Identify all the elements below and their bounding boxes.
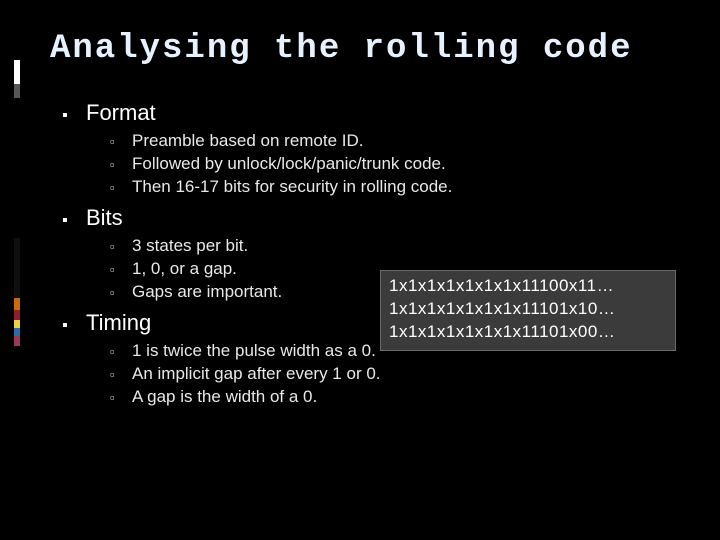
- list-item: ▫An implicit gap after every 1 or 0.: [110, 363, 670, 386]
- slide-title: Analysing the rolling code: [50, 30, 670, 68]
- bullet-icon: ▪: [62, 317, 74, 335]
- bullet-icon: ▫: [110, 389, 122, 407]
- bullet-icon: ▪: [62, 107, 74, 125]
- bits-line: 1x1x1x1x1x1x1x11101x10…: [389, 298, 667, 321]
- bullet-icon: ▫: [110, 156, 122, 174]
- section-heading: Timing: [86, 310, 151, 336]
- bullet-list: ▪ Format ▫Preamble based on remote ID. ▫…: [50, 100, 670, 408]
- section-heading: Format: [86, 100, 156, 126]
- bits-line: 1x1x1x1x1x1x1x11101x00…: [389, 321, 667, 344]
- list-item: ▫Then 16-17 bits for security in rolling…: [110, 176, 670, 199]
- section-heading: Bits: [86, 205, 123, 231]
- bullet-icon: ▪: [62, 212, 74, 230]
- bullet-icon: ▫: [110, 179, 122, 197]
- slide: Analysing the rolling code ▪ Format ▫Pre…: [0, 0, 720, 540]
- bullet-icon: ▫: [110, 366, 122, 384]
- bullet-icon: ▫: [110, 261, 122, 279]
- bullet-icon: ▫: [110, 133, 122, 151]
- list-item: ▫3 states per bit.: [110, 235, 670, 258]
- list-item: ▫A gap is the width of a 0.: [110, 386, 670, 409]
- left-accent-strip: [14, 60, 20, 346]
- bits-line: 1x1x1x1x1x1x1x11100x11…: [389, 275, 667, 298]
- bullet-icon: ▫: [110, 284, 122, 302]
- bullet-icon: ▫: [110, 238, 122, 256]
- section-format: ▪ Format ▫Preamble based on remote ID. ▫…: [62, 100, 670, 199]
- slide-content: ▪ Format ▫Preamble based on remote ID. ▫…: [50, 100, 670, 408]
- list-item: ▫Preamble based on remote ID.: [110, 130, 670, 153]
- list-item: ▫Followed by unlock/lock/panic/trunk cod…: [110, 153, 670, 176]
- bullet-icon: ▫: [110, 343, 122, 361]
- bits-example-box: 1x1x1x1x1x1x1x11100x11… 1x1x1x1x1x1x1x11…: [380, 270, 676, 351]
